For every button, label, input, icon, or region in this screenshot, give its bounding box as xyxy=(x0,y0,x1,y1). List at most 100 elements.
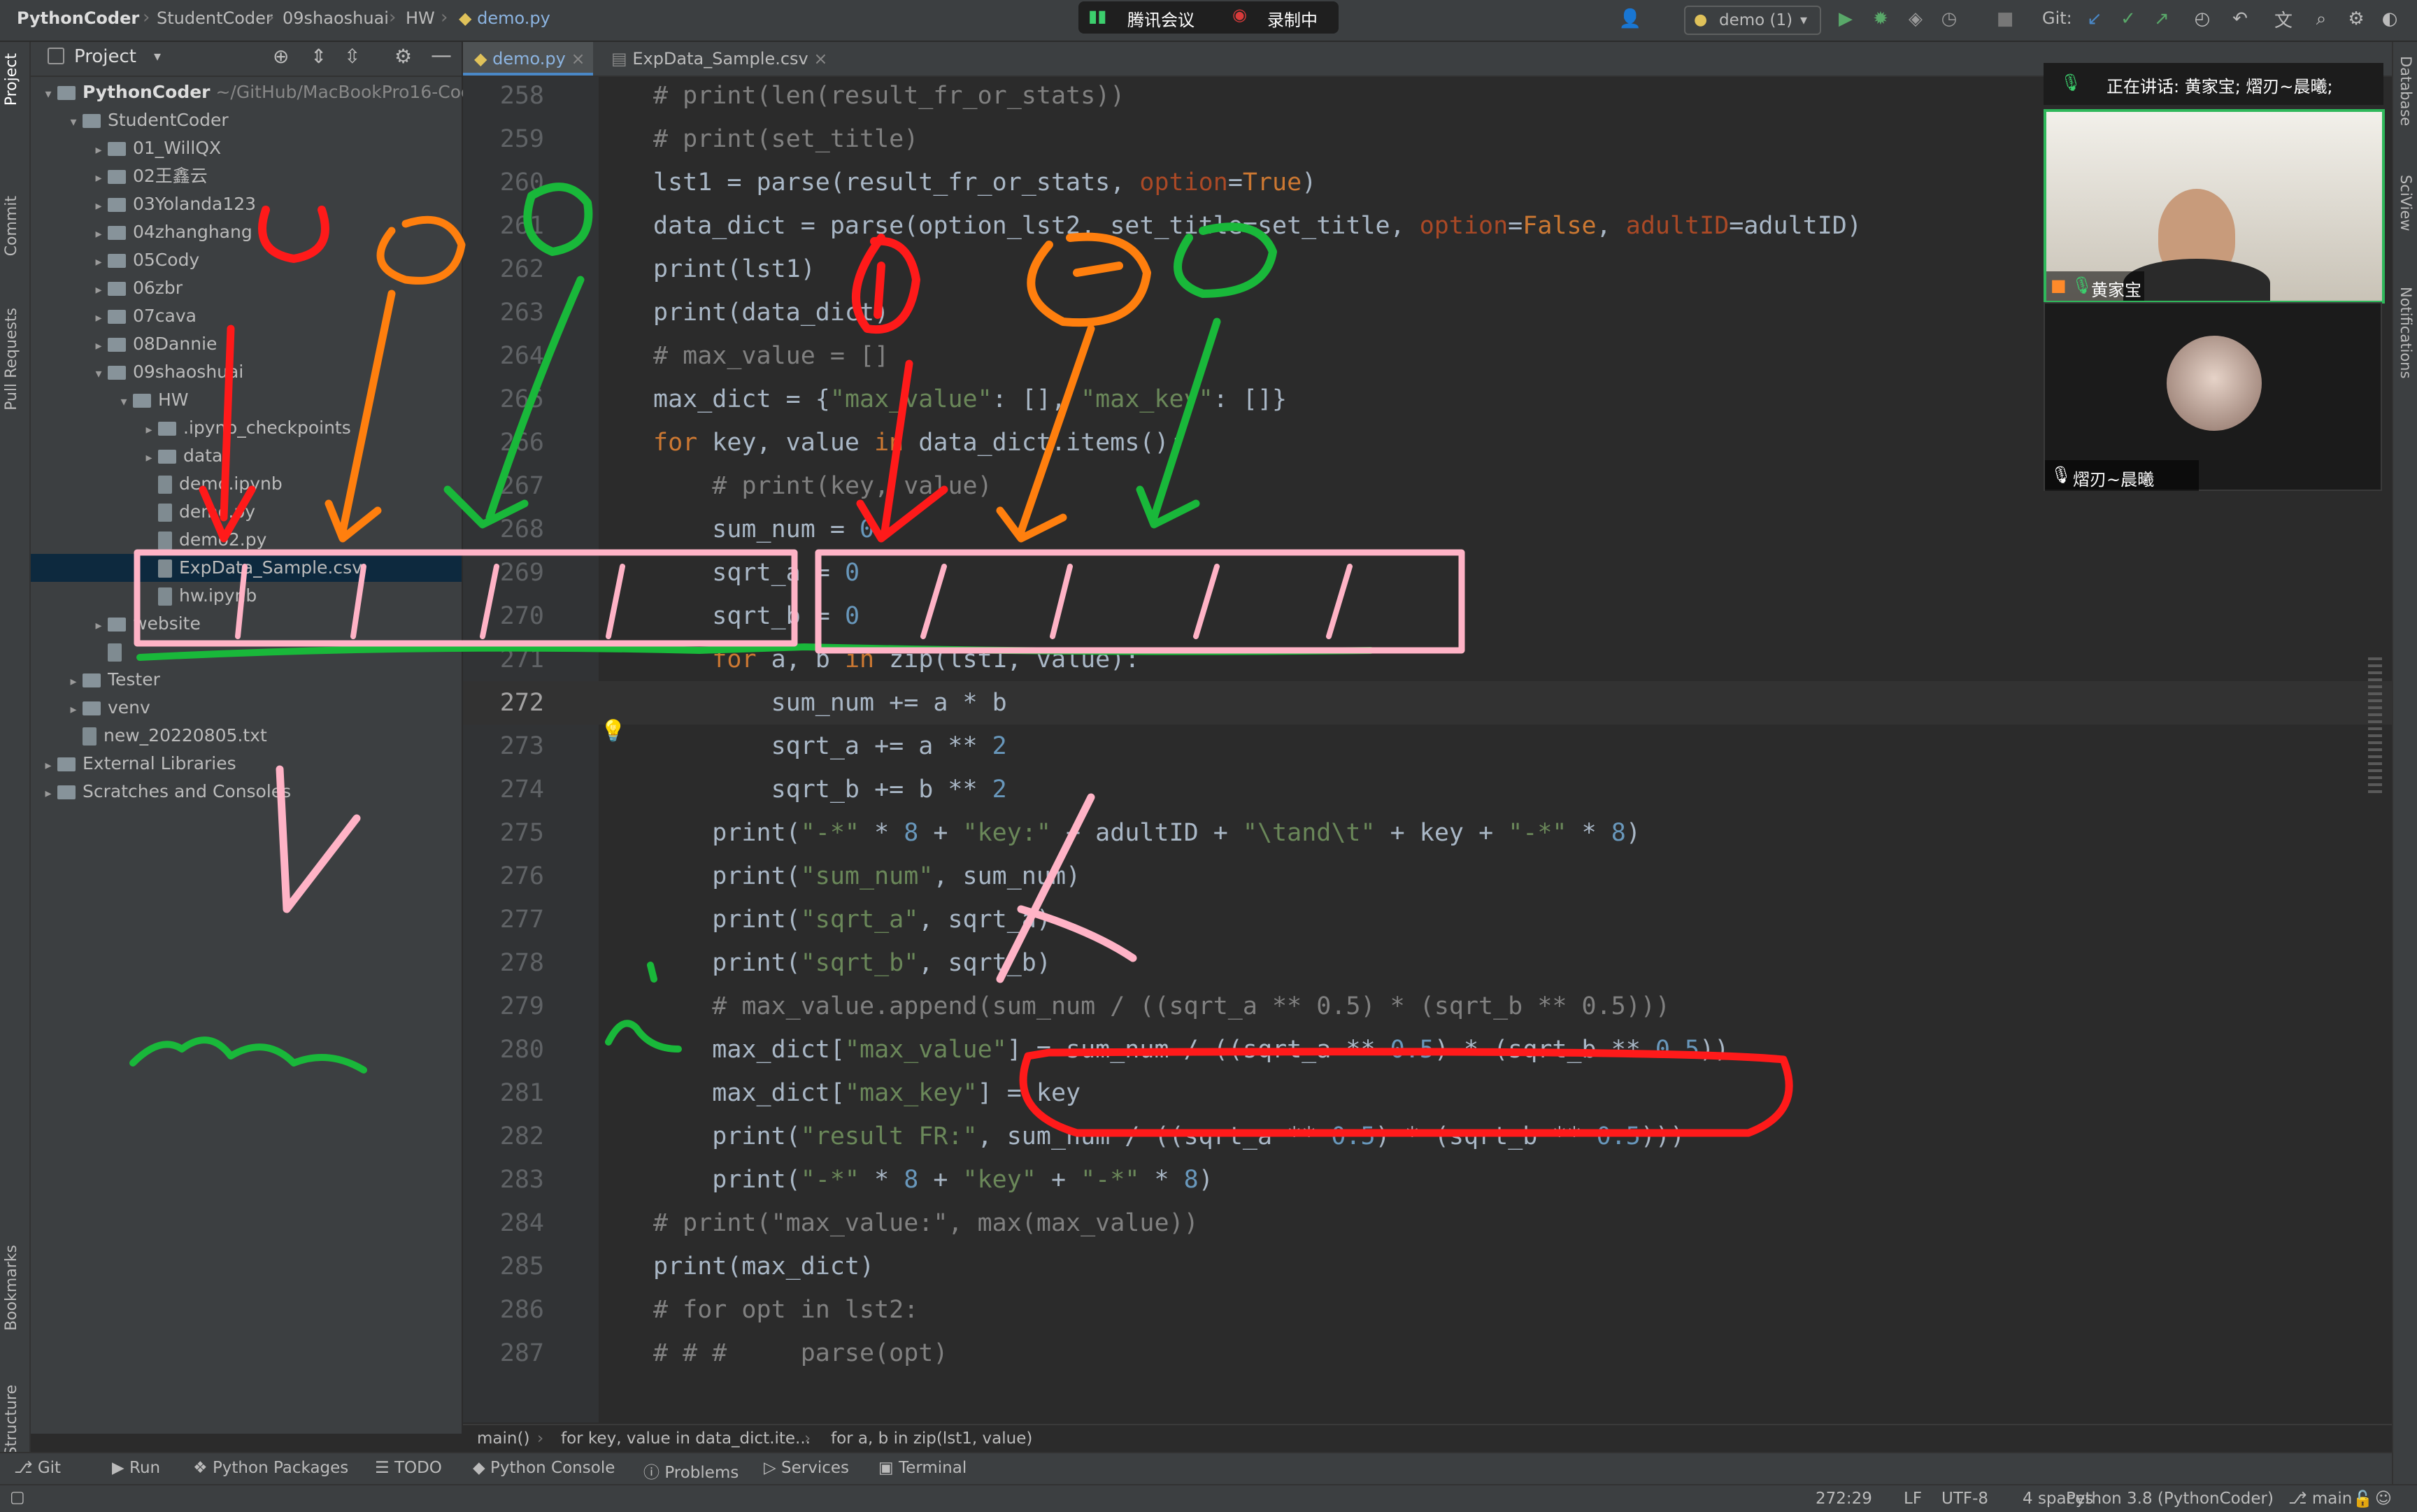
chevron-right-icon[interactable]: ▸ xyxy=(90,248,108,276)
code-line[interactable]: 279 # max_value.append(sum_num / ((sqrt_… xyxy=(463,985,2392,1028)
chevron-right-icon[interactable]: ▸ xyxy=(90,304,108,332)
video-tile-participant1[interactable]: ■ 🎙 黄家宝 xyxy=(2044,109,2385,304)
chevron-right-icon[interactable]: ▸ xyxy=(90,276,108,304)
code-line[interactable]: 278 print("sqrt_b", sqrt_b) xyxy=(463,941,2392,985)
tree-item[interactable]: ▸ Scratches and Consoles xyxy=(31,778,462,806)
run-config-selector[interactable]: ● demo (1) ▾ xyxy=(1684,6,1821,35)
tool-services[interactable]: ▷ Services xyxy=(764,1459,849,1477)
tool-problems[interactable]: ⓘ Problems xyxy=(643,1459,739,1483)
tree-item[interactable]: ▸ 07cava xyxy=(31,302,462,330)
code-line[interactable]: 284 # print("max_value:", max(max_value)) xyxy=(463,1201,2392,1245)
tree-item[interactable]: hw.ipynb xyxy=(31,582,462,610)
git-commit-icon[interactable]: ✓ xyxy=(2116,7,2140,31)
code-line[interactable]: 285 print(max_dict) xyxy=(463,1245,2392,1288)
tool-python-packages[interactable]: ❖ Python Packages xyxy=(193,1459,348,1477)
error-stripe[interactable] xyxy=(2368,657,2382,797)
lightbulb-icon[interactable]: 💡 xyxy=(600,719,626,743)
tree-item[interactable]: ▸ website xyxy=(31,610,462,638)
tree-root[interactable]: ▾ PythonCoder ~/GitHub/MacBookPro16-Cod xyxy=(31,78,471,106)
tool-run[interactable]: ▶ Run xyxy=(112,1459,160,1477)
meeting-indicator[interactable]: ▮▮ 腾讯会议 ◉ 录制中 xyxy=(1078,1,1339,34)
line-separator[interactable]: LF xyxy=(1904,1490,1922,1508)
breadcrumb-item[interactable]: main() xyxy=(477,1429,529,1448)
git-branch[interactable]: ⎇ main xyxy=(2288,1490,2352,1508)
code-line[interactable]: 269 sqrt_a = 0 xyxy=(463,551,2392,594)
tree-item[interactable]: ▸ 05Cody xyxy=(31,246,462,274)
breadcrumb-item[interactable]: StudentCoder xyxy=(157,8,273,28)
tree-item[interactable]: ▸ 03Yolanda123 xyxy=(31,190,462,218)
tree-item[interactable]: ExpData_Sample.csv xyxy=(31,554,462,582)
breadcrumb-item[interactable]: for a, b in zip(lst1, value) xyxy=(831,1429,1032,1448)
chevron-right-icon[interactable]: ▸ xyxy=(39,752,57,780)
tree-item[interactable]: ▸ 08Dannie xyxy=(31,330,462,358)
code-line[interactable]: 277 print("sqrt_a", sqrt_a) xyxy=(463,898,2392,941)
locate-icon[interactable]: ⊕ xyxy=(273,45,289,68)
tree-item[interactable]: new_20220805.txt xyxy=(31,722,462,750)
code-line[interactable]: 273 sqrt_a += a ** 2 xyxy=(463,725,2392,768)
tab-demo-py[interactable]: ◆ demo.py × xyxy=(463,42,593,76)
notifications-icon[interactable]: ☺ xyxy=(2375,1490,2392,1508)
tree-item[interactable] xyxy=(31,638,462,666)
tree-item[interactable]: demo.ipynb xyxy=(31,470,462,498)
tool-tab-commit[interactable]: Commit xyxy=(3,196,20,256)
tree-item[interactable]: ▸ data xyxy=(31,442,462,470)
gear-icon[interactable]: ⚙ xyxy=(2344,7,2368,31)
chevron-right-icon[interactable]: ▸ xyxy=(90,612,108,640)
chevron-right-icon[interactable]: ▸ xyxy=(64,696,83,724)
tree-item[interactable]: ▸ .ipynb_checkpoints xyxy=(31,414,462,442)
chevron-right-icon[interactable]: ▸ xyxy=(140,416,158,444)
tree-item[interactable]: ▸ External Libraries xyxy=(31,750,462,778)
code-line[interactable]: 270 sqrt_b = 0 xyxy=(463,594,2392,638)
tool-tab-database[interactable]: Database xyxy=(2397,56,2414,126)
tree-item[interactable]: ▸ 04zhanghang xyxy=(31,218,462,246)
git-update-icon[interactable]: ↙ xyxy=(2083,7,2106,31)
tool-git[interactable]: ⎇ Git xyxy=(14,1459,61,1477)
tool-tab-notifications[interactable]: Notifications xyxy=(2397,287,2414,378)
git-push-icon[interactable]: ↗ xyxy=(2150,7,2174,31)
video-tile-participant2[interactable]: 🎙 熠刃~晨曦 xyxy=(2044,302,2382,491)
hide-panel-icon[interactable]: — xyxy=(431,43,452,68)
tree-item[interactable]: demo.py xyxy=(31,498,462,526)
chevron-down-icon[interactable]: ▾ xyxy=(115,388,133,416)
breadcrumb-project[interactable]: PythonCoder xyxy=(17,8,139,28)
chevron-right-icon[interactable]: ▸ xyxy=(90,220,108,248)
code-line[interactable]: 287 # # # parse(opt) xyxy=(463,1332,2392,1375)
expand-all-icon[interactable]: ⇕ xyxy=(311,45,327,68)
code-line[interactable]: 286 # for opt in lst2: xyxy=(463,1288,2392,1332)
tool-tab-sciview[interactable]: SciView xyxy=(2397,175,2414,231)
collapse-all-icon[interactable]: ⇳ xyxy=(344,45,360,68)
code-line[interactable]: 283 print("-*" * 8 + "key" + "-*" * 8) xyxy=(463,1158,2392,1201)
tree-item[interactable]: demo2.py xyxy=(31,526,462,554)
close-icon[interactable]: × xyxy=(571,49,585,69)
lock-icon[interactable]: 🔓 xyxy=(2353,1490,2373,1509)
breadcrumb-item[interactable]: HW xyxy=(406,8,435,28)
layout-icon[interactable]: ▢ xyxy=(10,1488,25,1506)
chevron-right-icon[interactable]: ▸ xyxy=(90,332,108,360)
tree-item[interactable]: ▸ 02王鑫云 xyxy=(31,162,462,190)
tool-tab-pull-requests[interactable]: Pull Requests xyxy=(3,308,20,411)
chevron-right-icon[interactable]: ▸ xyxy=(64,668,83,696)
run-icon[interactable]: ▶ xyxy=(1834,7,1858,31)
search-icon[interactable]: ⌕ xyxy=(2309,7,2333,31)
chevron-down-icon[interactable]: ▾ xyxy=(154,48,161,64)
coverage-icon[interactable]: ◈ xyxy=(1904,7,1927,31)
code-line[interactable]: 274 sqrt_b += b ** 2 xyxy=(463,768,2392,811)
tool-tab-project[interactable]: Project xyxy=(3,53,20,106)
code-line[interactable]: 275 print("-*" * 8 + "key:" + adultID + … xyxy=(463,811,2392,855)
interpreter[interactable]: Python 3.8 (PythonCoder) xyxy=(2066,1490,2274,1508)
chevron-down-icon[interactable]: ▾ xyxy=(64,108,83,136)
chevron-right-icon[interactable]: ▸ xyxy=(90,164,108,192)
gear-icon[interactable]: ⚙ xyxy=(394,45,412,68)
tree-item[interactable]: ▾ 09shaoshuai xyxy=(31,358,462,386)
tree-item[interactable]: ▸ Tester xyxy=(31,666,462,694)
breadcrumb-item[interactable]: for key, value in data_dict.ite... xyxy=(561,1429,811,1448)
chevron-right-icon[interactable]: ▸ xyxy=(90,192,108,220)
tool-todo[interactable]: ☰ TODO xyxy=(375,1459,442,1477)
tool-python-console[interactable]: ◆ Python Console xyxy=(473,1459,615,1477)
tree-item[interactable]: ▾ StudentCoder xyxy=(31,106,462,134)
translate-icon[interactable]: 文 xyxy=(2272,7,2295,31)
file-encoding[interactable]: UTF-8 xyxy=(1941,1490,1988,1508)
tree-item[interactable]: ▸ 01_WillQX xyxy=(31,134,462,162)
tree-item[interactable]: ▾ HW xyxy=(31,386,462,414)
tree-item[interactable]: ▸ venv xyxy=(31,694,462,722)
